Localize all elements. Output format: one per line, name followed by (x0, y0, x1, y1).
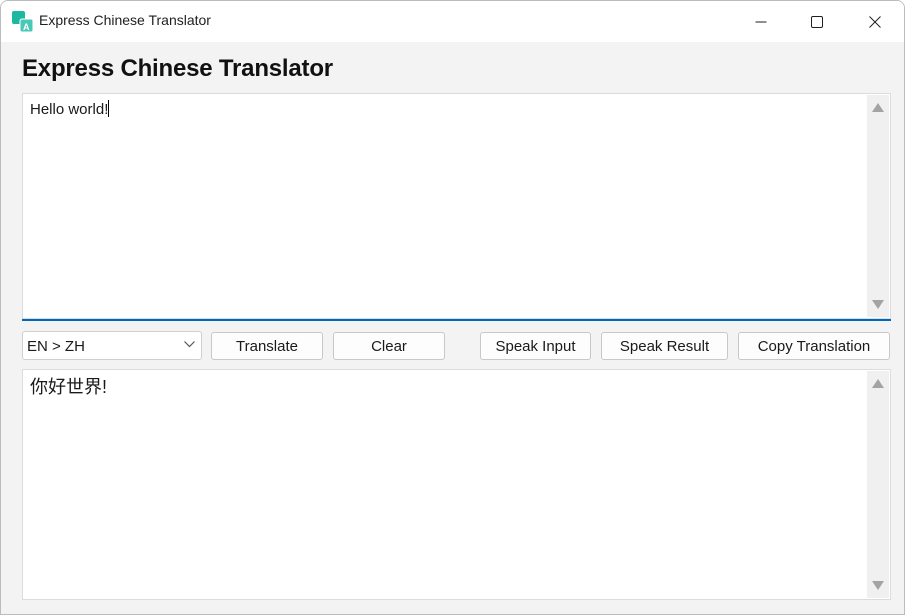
input-focus-underline (22, 319, 891, 321)
copy-translation-button[interactable]: Copy Translation (738, 332, 890, 360)
svg-text:A: A (23, 22, 30, 32)
app-window: A Express Chinese Translator Express Chi… (0, 0, 905, 615)
scroll-up-arrow-icon[interactable] (872, 103, 884, 112)
scroll-up-arrow-icon[interactable] (872, 379, 884, 388)
maximize-icon (811, 15, 823, 28)
clear-button[interactable]: Clear (333, 332, 445, 360)
output-scrollbar[interactable] (867, 371, 889, 598)
output-text: 你好世界! (30, 377, 108, 397)
input-textarea[interactable]: Hello world! (22, 93, 891, 319)
page-title: Express Chinese Translator (22, 55, 333, 82)
scroll-down-arrow-icon[interactable] (872, 581, 884, 590)
window-title: Express Chinese Translator (39, 12, 211, 28)
input-text-container: Hello world! (30, 100, 864, 118)
language-select[interactable]: EN > ZH (22, 331, 202, 360)
translate-button[interactable]: Translate (211, 332, 323, 360)
title-bar: A Express Chinese Translator (1, 1, 904, 42)
minimize-button[interactable] (732, 1, 790, 42)
speak-result-button[interactable]: Speak Result (601, 332, 728, 360)
chevron-down-icon (184, 341, 195, 348)
maximize-button[interactable] (788, 1, 846, 42)
minimize-icon (755, 21, 767, 22)
language-select-value: EN > ZH (27, 338, 85, 355)
close-button[interactable] (846, 1, 904, 42)
output-textarea[interactable]: 你好世界! (22, 369, 891, 600)
app-translate-icon: A (12, 11, 34, 33)
scroll-down-arrow-icon[interactable] (872, 300, 884, 309)
speak-input-button[interactable]: Speak Input (480, 332, 591, 360)
text-caret (108, 100, 110, 117)
input-text: Hello world! (30, 101, 109, 118)
input-scrollbar[interactable] (867, 95, 889, 317)
close-icon (869, 15, 881, 28)
